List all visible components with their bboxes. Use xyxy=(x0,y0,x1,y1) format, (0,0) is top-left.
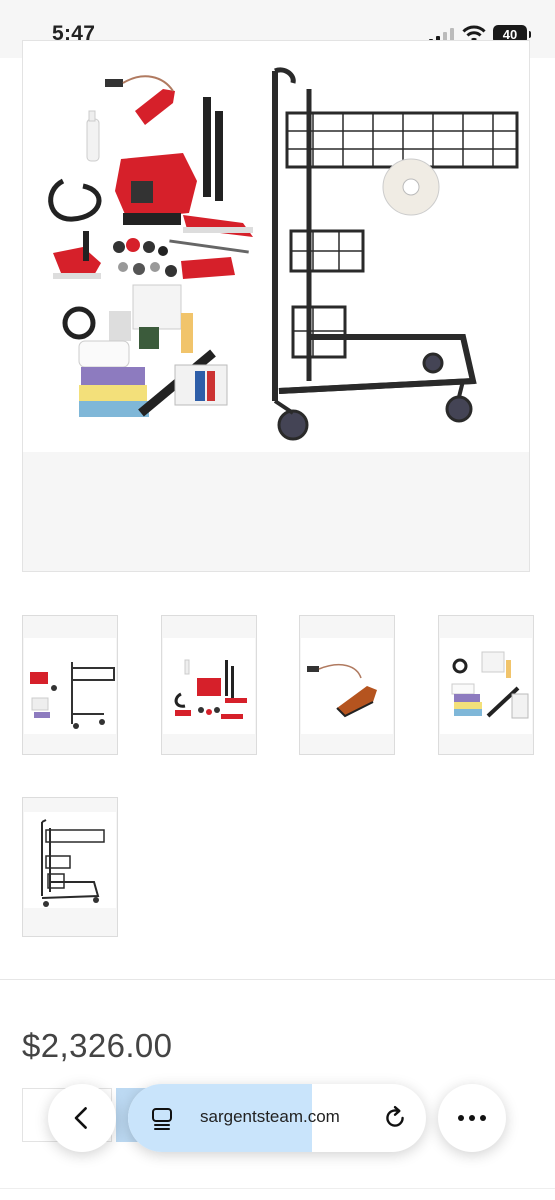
thumbnail-4[interactable] xyxy=(438,615,534,755)
thumbnail-image xyxy=(301,638,393,734)
main-product-image-card[interactable] xyxy=(22,40,530,572)
reload-icon[interactable] xyxy=(382,1105,408,1131)
back-button[interactable] xyxy=(48,1084,116,1152)
utility-cart-illustration xyxy=(272,67,519,441)
thumbnail-image xyxy=(24,638,116,734)
thumbnail-image xyxy=(440,638,532,734)
steamer-kit-illustration xyxy=(48,75,253,417)
more-dots-icon xyxy=(458,1115,486,1121)
thumbnail-5[interactable] xyxy=(22,797,118,937)
chevron-left-icon xyxy=(74,1107,87,1129)
thumbnail-1[interactable] xyxy=(22,615,118,755)
bottom-edge xyxy=(0,1188,555,1200)
thumbnail-2[interactable] xyxy=(161,615,257,755)
address-bar[interactable]: sargentsteam.com xyxy=(128,1084,426,1152)
thumbnail-image xyxy=(24,812,116,908)
main-product-image xyxy=(23,41,529,452)
section-divider xyxy=(0,979,555,980)
thumbnail-image xyxy=(163,638,255,734)
thumbnail-3[interactable] xyxy=(299,615,395,755)
url-text: sargentsteam.com xyxy=(200,1107,340,1126)
tabs-icon[interactable] xyxy=(150,1106,174,1130)
product-price: $2,326.00 xyxy=(22,1027,173,1064)
more-options-button[interactable] xyxy=(438,1084,506,1152)
